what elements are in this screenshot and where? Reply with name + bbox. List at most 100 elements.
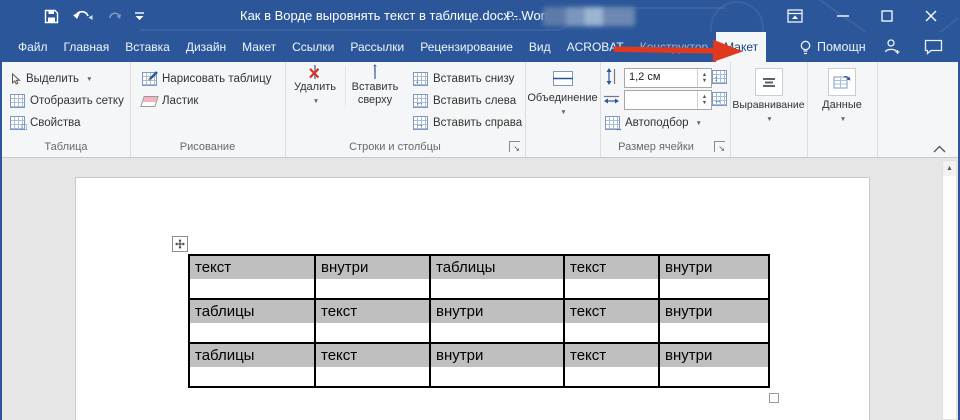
dropdown-caret-icon: ▼ [560, 109, 566, 116]
window-border-left [0, 62, 2, 420]
distribute-columns-icon[interactable]: ↔ [712, 92, 727, 106]
tab-file[interactable]: Файл [10, 32, 56, 62]
alignment-label: Выравнивание [730, 99, 807, 112]
tab-table-layout-active[interactable]: Макет [716, 32, 766, 62]
undo-icon[interactable] [72, 9, 94, 23]
dropdown-caret-icon: ▼ [86, 76, 92, 83]
table-cell[interactable]: внутри [430, 343, 564, 387]
delete-table-icon: × [314, 65, 316, 79]
ribbon-display-options-icon[interactable] [780, 0, 810, 32]
insert-left-icon: ← [413, 94, 428, 108]
insert-below-icon: ↓ [413, 72, 428, 86]
maximize-icon[interactable] [872, 0, 902, 32]
eraser-button[interactable]: Ластик [130, 92, 198, 110]
table-cell[interactable]: текст [564, 343, 659, 387]
data-button[interactable]: Данные ▼ [807, 66, 877, 124]
table-row: текст внутри таблицы текст внутри [189, 255, 769, 299]
tab-layout[interactable]: Макет [234, 32, 284, 62]
vertical-scrollbar[interactable]: ▲ [942, 160, 957, 420]
draw-table-button[interactable]: Нарисовать таблицу [130, 70, 271, 88]
user-account-label[interactable]: Р... [506, 0, 522, 32]
group-label-cell-size: Размер ячейки [600, 141, 712, 153]
autofit-button[interactable]: ↔ Автоподбор ▼ [600, 114, 702, 132]
tab-references[interactable]: Ссылки [284, 32, 342, 62]
table-cell[interactable]: таблицы [189, 299, 315, 343]
select-button[interactable]: Выделить ▼ [2, 70, 93, 88]
comment-icon[interactable] [924, 39, 943, 60]
group-cell-size: 1,2 см ▲▼ ↕ ▲▼ ↔ ↔ Автоподбор ▼ Размер я… [600, 62, 731, 157]
group-label-table: Таблица [2, 141, 130, 153]
row-height-value: 1,2 см [629, 71, 660, 83]
table-cell[interactable]: текст [315, 343, 430, 387]
merge-label: Объединение [525, 92, 600, 105]
document-area: текст внутри таблицы текст внутри таблиц… [0, 158, 960, 420]
table-cell[interactable]: текст [564, 255, 659, 299]
delete-button[interactable]: × Удалить ▼ [287, 66, 343, 106]
table-cell[interactable]: таблицы [430, 255, 564, 299]
group-alignment: Выравнивание ▼ [730, 62, 808, 157]
tab-view[interactable]: Вид [521, 32, 559, 62]
table-cell[interactable]: текст [189, 255, 315, 299]
view-gridlines-button[interactable]: Отобразить сетку [2, 92, 124, 110]
table-cell[interactable]: внутри [430, 299, 564, 343]
insert-above-label-line2: сверху [346, 94, 404, 107]
column-width-icon [603, 93, 620, 105]
quick-access-toolbar [44, 0, 144, 32]
table-cell[interactable]: внутри [315, 255, 430, 299]
table-move-handle[interactable] [172, 236, 188, 252]
row-height-input[interactable]: 1,2 см ▲▼ [624, 68, 712, 88]
spinner-arrows-icon[interactable]: ▲▼ [697, 91, 711, 109]
tab-acrobat[interactable]: ACROBAT [559, 32, 632, 62]
alignment-button[interactable]: Выравнивание ▼ [730, 66, 807, 124]
document-page[interactable]: текст внутри таблицы текст внутри таблиц… [75, 177, 870, 420]
tab-home[interactable]: Главная [56, 32, 118, 62]
insert-right-button[interactable]: → Вставить справа [405, 114, 522, 132]
tab-insert[interactable]: Вставка [117, 32, 178, 62]
insert-left-label: Вставить слева [433, 95, 516, 107]
minimize-icon[interactable] [828, 0, 858, 32]
censored-username-block [543, 7, 635, 26]
table-cell[interactable]: внутри [659, 299, 769, 343]
table-cell[interactable]: текст [564, 299, 659, 343]
draw-table-icon [142, 72, 157, 86]
tab-review[interactable]: Рецензирование [412, 32, 521, 62]
collapse-ribbon-icon[interactable] [933, 140, 946, 158]
insert-left-button[interactable]: ← Вставить слева [405, 92, 516, 110]
insert-above-button[interactable]: ↑ Вставить сверху [345, 66, 404, 107]
save-icon[interactable] [44, 9, 59, 24]
autofit-icon: ↔ [605, 116, 620, 130]
table-resize-handle[interactable] [769, 393, 779, 403]
dropdown-caret-icon: ▼ [766, 116, 772, 123]
insert-above-label-line1: Вставить [346, 81, 404, 94]
redo-icon[interactable] [107, 9, 122, 23]
dropdown-caret-icon: ▼ [313, 98, 319, 105]
share-icon[interactable] [884, 38, 901, 60]
group-table: Выделить ▼ Отобразить сетку □ Свойства Т… [2, 62, 131, 157]
help-label: Помощн [817, 40, 866, 54]
properties-button[interactable]: □ Свойства [2, 114, 81, 132]
merge-button[interactable]: Объединение ▼ [525, 66, 600, 117]
tab-table-design[interactable]: Конструктор [632, 32, 716, 62]
tab-design[interactable]: Дизайн [178, 32, 234, 62]
insert-below-button[interactable]: ↓ Вставить снизу [405, 70, 514, 88]
spinner-arrows-icon[interactable]: ▲▼ [697, 69, 711, 87]
table-cell[interactable]: внутри [659, 343, 769, 387]
dialog-launcher-icon[interactable] [714, 141, 725, 152]
tell-me-help[interactable]: Помощн [799, 32, 866, 62]
scroll-up-arrow-icon[interactable]: ▲ [943, 161, 956, 176]
distribute-rows-icon[interactable]: ↕ [712, 70, 727, 84]
table-cell[interactable]: текст [315, 299, 430, 343]
ribbon-tabs: Файл Главная Вставка Дизайн Макет Ссылки… [10, 32, 766, 62]
close-icon[interactable] [916, 0, 946, 32]
column-width-input[interactable]: ▲▼ [624, 90, 712, 110]
word-table: текст внутри таблицы текст внутри таблиц… [188, 254, 770, 388]
table-cell[interactable]: таблицы [189, 343, 315, 387]
group-label-rows-columns: Строки и столбцы [285, 141, 505, 153]
tab-mailings[interactable]: Рассылки [342, 32, 412, 62]
eraser-icon [140, 96, 159, 107]
autofit-label: Автоподбор [625, 117, 689, 129]
customize-quick-access-icon[interactable] [135, 11, 144, 21]
row-height-icon [605, 68, 617, 85]
table-cell[interactable]: внутри [659, 255, 769, 299]
dialog-launcher-icon[interactable] [509, 141, 520, 152]
